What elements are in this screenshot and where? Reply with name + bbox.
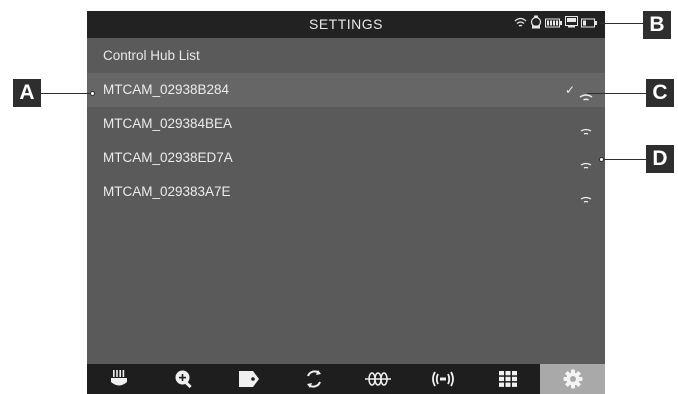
leader-end-a	[90, 91, 95, 96]
battery-icon	[581, 15, 597, 33]
tab-tag[interactable]	[217, 364, 282, 394]
tab-motor[interactable]	[346, 364, 411, 394]
leader-end-d	[599, 157, 604, 162]
device-screen: SETTINGS Control Hub List MTCAM_02938B28…	[87, 11, 605, 394]
callout-d: D	[646, 145, 674, 173]
hub-name: MTCAM_02938B284	[103, 82, 230, 97]
motor-icon	[365, 372, 392, 386]
wifi-icon	[579, 118, 593, 135]
tab-wireless[interactable]	[411, 364, 476, 394]
tab-settings[interactable]	[540, 364, 605, 394]
hub-list-item-selected[interactable]: MTCAM_02938B284 ✓	[87, 73, 605, 107]
leader-line-c	[587, 93, 646, 94]
leader-line-d	[603, 159, 646, 160]
callout-a: A	[13, 79, 41, 107]
refresh-icon	[306, 370, 321, 388]
callout-c: C	[646, 79, 674, 107]
hub-name: MTCAM_02938ED7A	[103, 150, 233, 165]
monitor-icon	[565, 15, 578, 33]
wireless-icon	[432, 371, 455, 387]
battery-icon	[545, 15, 562, 33]
camera-icon	[530, 15, 542, 34]
leader-line-b	[600, 23, 643, 24]
leader-line-a	[41, 93, 92, 94]
hub-name: MTCAM_029383A7E	[103, 184, 231, 199]
wifi-icon	[579, 84, 593, 101]
tab-refresh[interactable]	[281, 364, 346, 394]
grid-icon	[498, 371, 517, 387]
lens-icon	[111, 370, 128, 386]
tab-zoom[interactable]	[152, 364, 217, 394]
hub-list-item[interactable]: MTCAM_029383A7E	[87, 175, 605, 209]
tab-lens[interactable]	[87, 364, 152, 394]
callout-b: B	[643, 11, 671, 39]
zoom-in-icon	[175, 370, 192, 389]
status-icons	[514, 15, 597, 34]
control-hub-list-title: Control Hub List	[103, 48, 200, 63]
hub-list-item[interactable]: MTCAM_029384BEA	[87, 107, 605, 141]
wifi-icon	[514, 15, 527, 33]
wifi-icon	[579, 152, 593, 169]
hub-name: MTCAM_029384BEA	[103, 116, 233, 131]
status-bar: SETTINGS	[87, 11, 605, 38]
hub-list-item[interactable]: MTCAM_02938ED7A	[87, 141, 605, 175]
check-icon: ✓	[564, 83, 575, 97]
gear-icon	[563, 369, 583, 389]
tag-icon	[238, 371, 259, 387]
bottom-tab-bar	[87, 364, 605, 394]
wifi-icon	[579, 186, 593, 203]
tab-grid[interactable]	[476, 364, 541, 394]
